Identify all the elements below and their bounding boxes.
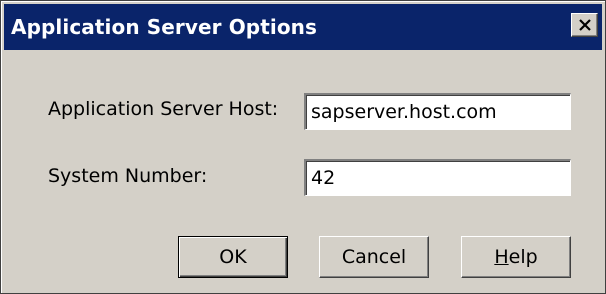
help-button[interactable]: Help xyxy=(461,236,571,278)
dialog-title: Application Server Options xyxy=(11,15,318,39)
host-input[interactable]: sapserver.host.com xyxy=(304,93,571,130)
cancel-button-label: Cancel xyxy=(341,246,407,268)
title-bar: Application Server Options xyxy=(4,4,602,50)
cancel-button[interactable]: Cancel xyxy=(319,236,429,278)
help-label-rest: elp xyxy=(508,246,538,268)
close-button[interactable] xyxy=(571,13,598,37)
help-button-label: Help xyxy=(494,246,537,268)
ok-button-label: OK xyxy=(219,246,247,268)
host-label: Application Server Host: xyxy=(48,98,279,120)
close-icon xyxy=(578,19,591,31)
host-input-value: sapserver.host.com xyxy=(311,101,497,123)
help-mnemonic: H xyxy=(494,246,509,268)
application-server-options-dialog: Application Server Options Application S… xyxy=(0,0,606,294)
system-number-input-value: 42 xyxy=(311,167,336,189)
system-number-label: System Number: xyxy=(48,165,208,187)
system-number-input[interactable]: 42 xyxy=(304,159,571,196)
ok-button[interactable]: OK xyxy=(178,236,288,278)
